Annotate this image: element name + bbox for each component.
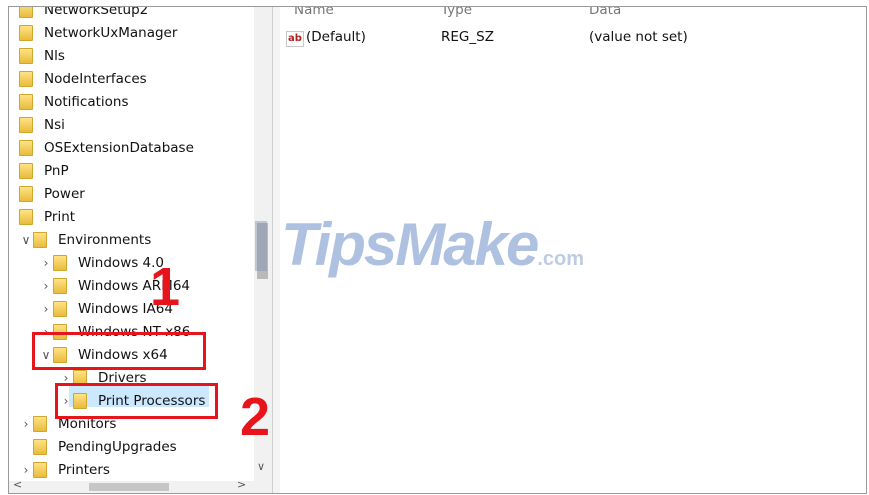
tree-item-label: Nls	[44, 48, 65, 64]
tree-item-label: Notifications	[44, 94, 129, 110]
folder-icon	[33, 439, 47, 455]
folder-icon	[19, 117, 33, 133]
scroll-right-arrow-icon[interactable]: >	[237, 478, 246, 491]
folder-icon	[33, 462, 47, 478]
annotation-box-windows-x64	[32, 332, 206, 370]
tree-item[interactable]: PnP	[19, 160, 69, 182]
tree-item-label: NodeInterfaces	[44, 71, 147, 87]
tree-item-label: OSExtensionDatabase	[44, 140, 194, 156]
tree-item[interactable]: NetworkUxManager	[19, 22, 177, 44]
folder-icon	[19, 71, 33, 87]
registry-tree: NetworkSetup2 NetworkUxManager Nls NodeInte…	[9, 7, 254, 493]
folder-icon	[19, 25, 33, 41]
annotation-step-2: 2	[240, 387, 271, 447]
tree-item[interactable]: › Windows 4.0	[39, 252, 164, 274]
folder-icon	[33, 232, 47, 248]
folder-icon	[53, 255, 67, 271]
chevron-right-icon[interactable]: ›	[39, 298, 53, 320]
chevron-right-icon[interactable]: ›	[39, 252, 53, 274]
folder-icon	[19, 186, 33, 202]
tree-item[interactable]: Nls	[19, 45, 65, 67]
chevron-right-icon[interactable]: ›	[19, 413, 33, 435]
value-type: REG_SZ	[441, 29, 494, 45]
scroll-left-arrow-icon[interactable]: <	[13, 478, 22, 491]
column-header-type[interactable]: Type	[441, 7, 472, 18]
folder-icon	[19, 7, 33, 18]
tree-item[interactable]: NodeInterfaces	[19, 68, 147, 90]
folder-icon	[53, 301, 67, 317]
folder-icon	[19, 209, 33, 225]
column-header-name[interactable]: Name	[294, 7, 334, 18]
annotation-step-1: 1	[150, 257, 181, 317]
tree-item[interactable]: Notifications	[19, 91, 129, 113]
folder-icon	[33, 416, 47, 432]
tree-item-label: Printers	[58, 462, 110, 478]
folder-icon	[19, 48, 33, 64]
tree-item-label: Power	[44, 186, 85, 202]
tree-item[interactable]: Print	[19, 206, 75, 228]
tree-item-label: PnP	[44, 163, 69, 179]
folder-icon	[19, 140, 33, 156]
tree-item-label: NetworkSetup2	[44, 7, 149, 18]
column-header-data[interactable]: Data	[589, 7, 621, 18]
folder-icon	[19, 163, 33, 179]
tree-item-label: Environments	[58, 232, 152, 248]
string-value-icon: ab	[286, 31, 304, 47]
tree-item[interactable]: PendingUpgrades	[19, 436, 177, 458]
folder-icon	[19, 94, 33, 110]
tree-item[interactable]: NetworkSetup2	[19, 7, 148, 21]
annotation-box-print-processors	[55, 383, 218, 419]
tree-item[interactable]: › Printers	[19, 459, 110, 481]
value-name[interactable]: (Default)	[306, 29, 366, 45]
tipsmake-watermark: TipsMake.com	[255, 210, 584, 279]
tree-item[interactable]: Power	[19, 183, 85, 205]
value-data: (value not set)	[589, 29, 688, 45]
tree-item-label: Nsi	[44, 117, 65, 133]
tree-item[interactable]: Nsi	[19, 114, 65, 136]
tree-item-label: PendingUpgrades	[58, 439, 177, 455]
scroll-down-arrow-icon[interactable]: ∨	[257, 460, 265, 473]
tree-item[interactable]: OSExtensionDatabase	[19, 137, 194, 159]
horizontal-scroll-thumb[interactable]	[89, 483, 169, 491]
tree-horizontal-scrollbar[interactable]: < >	[9, 478, 254, 493]
chevron-right-icon[interactable]: ›	[39, 275, 53, 297]
tree-item-label: NetworkUxManager	[44, 25, 178, 41]
tree-item-label: Print	[44, 209, 76, 225]
tree-item[interactable]: ∨ Environments	[19, 229, 151, 251]
folder-icon	[53, 278, 67, 294]
chevron-down-icon[interactable]: ∨	[19, 229, 33, 251]
